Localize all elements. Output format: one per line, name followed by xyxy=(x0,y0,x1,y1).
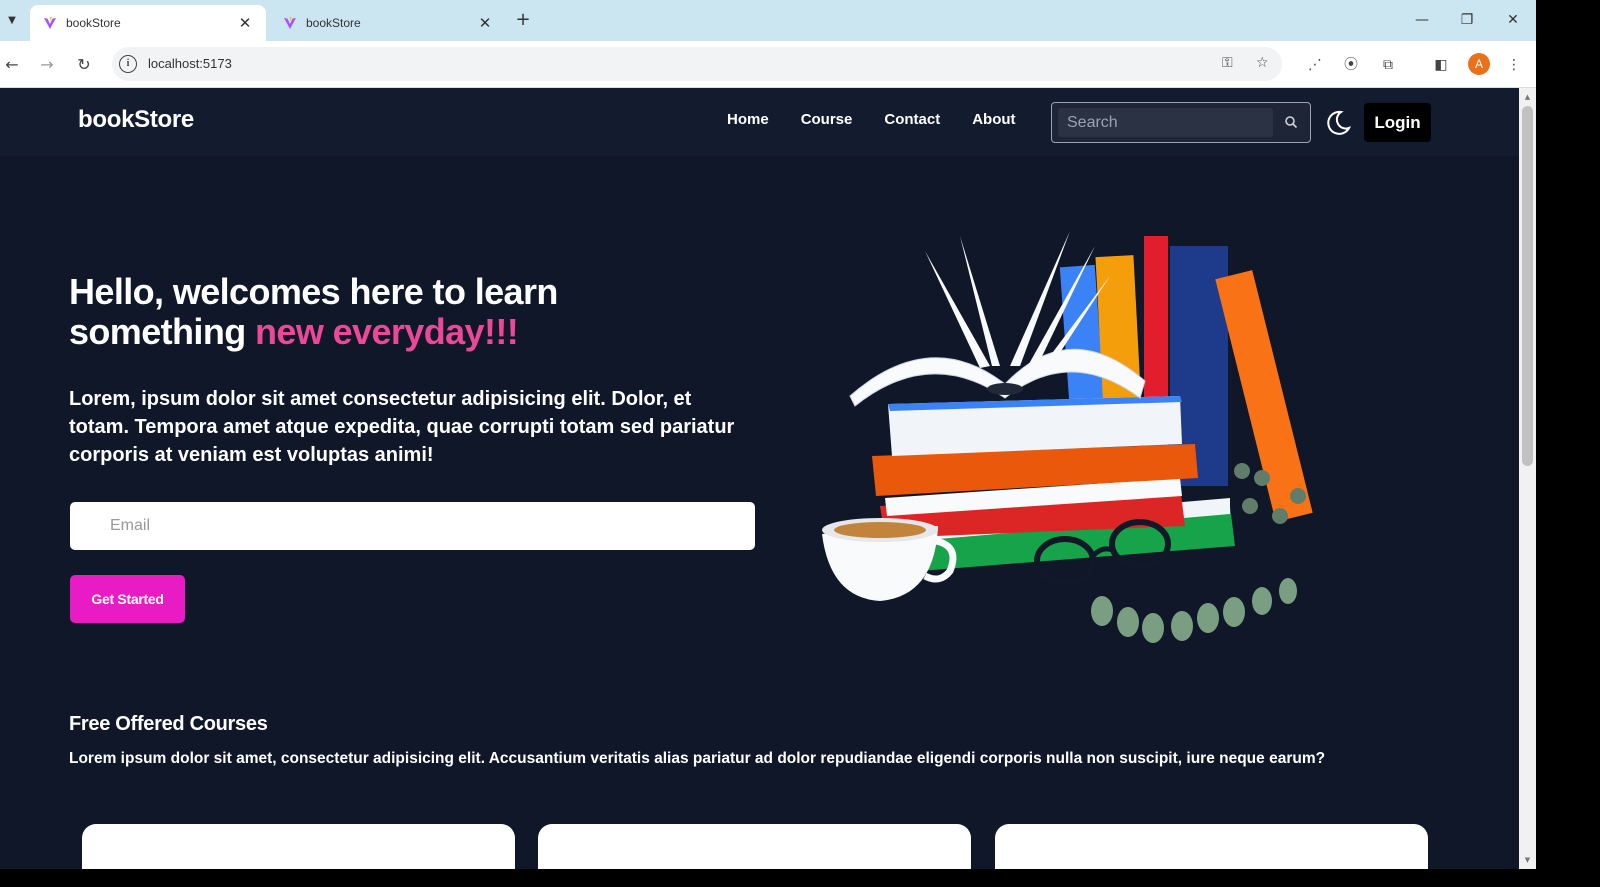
new-tab-button[interactable]: + xyxy=(512,10,534,32)
menu-kebab-icon[interactable]: ⋮ xyxy=(1502,53,1526,77)
scroll-down-icon[interactable]: ▼ xyxy=(1522,855,1533,865)
browser-window: ▼ bookStore ✕ bookStore ✕ + — ❐ ✕ ← → ↻ … xyxy=(0,0,1568,887)
nav-links: Home Course Contact About xyxy=(727,111,1016,128)
get-started-button[interactable]: Get Started xyxy=(70,575,185,623)
forward-button[interactable]: → xyxy=(35,53,59,77)
nav-link-contact[interactable]: Contact xyxy=(884,111,940,128)
restore-button[interactable]: ❐ xyxy=(1447,8,1487,32)
courses-title: Free Offered Courses xyxy=(69,713,268,735)
screen-edge-bottom xyxy=(0,869,1568,887)
browser-toolbar: ← → ↻ i localhost:5173 ⚿ ☆ ⋰ ⦿ ⧉ ◧ ⋮ xyxy=(0,41,1568,88)
tab-inactive[interactable]: bookStore ✕ xyxy=(270,5,506,41)
tab-title: bookStore xyxy=(306,16,361,30)
site-info-icon[interactable]: i xyxy=(119,55,137,73)
screen-edge xyxy=(1536,0,1600,887)
tab-title: bookStore xyxy=(66,16,121,30)
profile-avatar[interactable]: A xyxy=(1468,53,1490,75)
broadcast-icon[interactable]: ⦿ xyxy=(1339,53,1363,77)
hero-title: Hello, welcomes here to learn something … xyxy=(69,272,709,352)
course-card[interactable] xyxy=(995,824,1428,869)
url-text: localhost:5173 xyxy=(148,56,232,71)
puzzle-extensions-icon[interactable]: ⧉ xyxy=(1376,53,1400,77)
close-window-button[interactable]: ✕ xyxy=(1493,8,1533,32)
nav-link-course[interactable]: Course xyxy=(801,111,853,128)
books-illustration xyxy=(822,231,1313,643)
nav-link-home[interactable]: Home xyxy=(727,111,769,128)
email-field[interactable] xyxy=(70,502,755,550)
password-key-icon[interactable]: ⚿ xyxy=(1222,55,1233,71)
minimize-button[interactable]: — xyxy=(1402,8,1442,32)
nav-link-about[interactable]: About xyxy=(972,111,1015,128)
hero-title-accent: new everyday!!! xyxy=(255,311,519,352)
page-scrollbar[interactable]: ▲ ▼ xyxy=(1519,88,1536,869)
course-card[interactable] xyxy=(82,824,515,869)
tab-strip: ▼ bookStore ✕ bookStore ✕ + — ❐ ✕ xyxy=(0,0,1568,41)
bookmark-star-icon[interactable]: ☆ xyxy=(1256,55,1269,71)
side-panel-icon[interactable]: ◧ xyxy=(1429,53,1453,77)
hero-description: Lorem, ipsum dolor sit amet consectetur … xyxy=(69,388,735,466)
brand-logo[interactable]: bookStore xyxy=(78,106,194,134)
tab-close-icon[interactable]: ✕ xyxy=(236,14,254,32)
site-navbar: bookStore Home Course Contact About Logi… xyxy=(0,88,1519,156)
search-icon[interactable] xyxy=(1284,115,1298,129)
extension-icon[interactable]: ⋰ xyxy=(1303,53,1327,77)
vite-favicon-icon xyxy=(42,15,58,31)
back-button[interactable]: ← xyxy=(0,53,24,77)
moon-icon[interactable] xyxy=(1322,108,1352,138)
login-button[interactable]: Login xyxy=(1364,103,1431,142)
tab-search-button[interactable]: ▼ xyxy=(2,8,22,32)
search-input[interactable] xyxy=(1058,108,1273,137)
webpage: bookStore Home Course Contact About Logi… xyxy=(0,88,1519,869)
tab-close-icon[interactable]: ✕ xyxy=(476,14,494,32)
search-box xyxy=(1051,102,1311,143)
reload-button[interactable]: ↻ xyxy=(72,53,96,77)
courses-description: Lorem ipsum dolor sit amet, consectetur … xyxy=(69,750,1326,767)
address-bar[interactable]: i localhost:5173 ⚿ ☆ xyxy=(112,47,1282,81)
scroll-up-icon[interactable]: ▲ xyxy=(1522,92,1533,102)
vite-favicon-icon xyxy=(282,15,298,31)
scrollbar-thumb[interactable] xyxy=(1522,106,1533,466)
course-card[interactable] xyxy=(538,824,971,869)
tab-active[interactable]: bookStore ✕ xyxy=(30,5,266,41)
